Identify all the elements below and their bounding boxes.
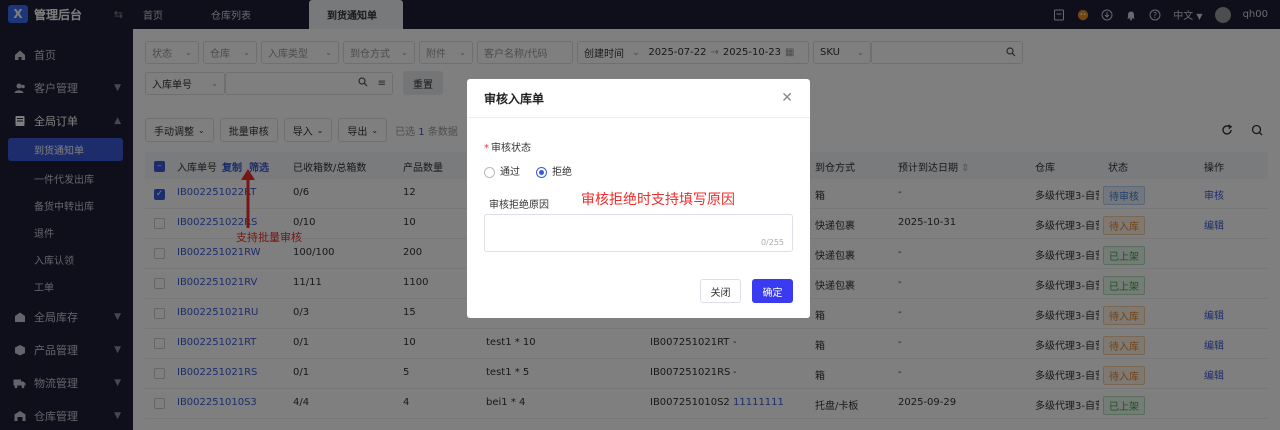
radio-approve[interactable]: 通过 bbox=[484, 163, 520, 178]
modal-header: 审核入库单 ✕ bbox=[467, 79, 810, 118]
reason-textarea[interactable]: 0/255 bbox=[484, 214, 793, 252]
confirm-button[interactable]: 确定 bbox=[752, 279, 793, 303]
reason-label: 审核拒绝原因 bbox=[489, 200, 549, 211]
close-icon[interactable]: ✕ bbox=[781, 90, 793, 106]
status-label-text: 审核状态 bbox=[491, 143, 531, 154]
reason-annotation: 审核拒绝时支持填写原因 bbox=[581, 192, 735, 208]
review-modal: 审核入库单 ✕ * 审核状态 通过 拒绝 审核拒绝原因 审核拒绝时支持填写原因 0… bbox=[467, 79, 810, 318]
radio-label: 通过 bbox=[500, 167, 520, 178]
radio-reject[interactable]: 拒绝 bbox=[536, 163, 572, 178]
status-label: * 审核状态 bbox=[484, 139, 531, 154]
char-counter: 0/255 bbox=[760, 238, 784, 247]
cancel-button[interactable]: 关闭 bbox=[700, 279, 741, 303]
status-radio-group: 通过 拒绝 bbox=[484, 163, 572, 178]
required-icon: * bbox=[484, 143, 489, 154]
radio-reject-circle bbox=[536, 166, 547, 178]
modal-title: 审核入库单 bbox=[484, 91, 545, 106]
radio-label: 拒绝 bbox=[552, 167, 572, 178]
radio-approve-circle bbox=[484, 166, 495, 178]
